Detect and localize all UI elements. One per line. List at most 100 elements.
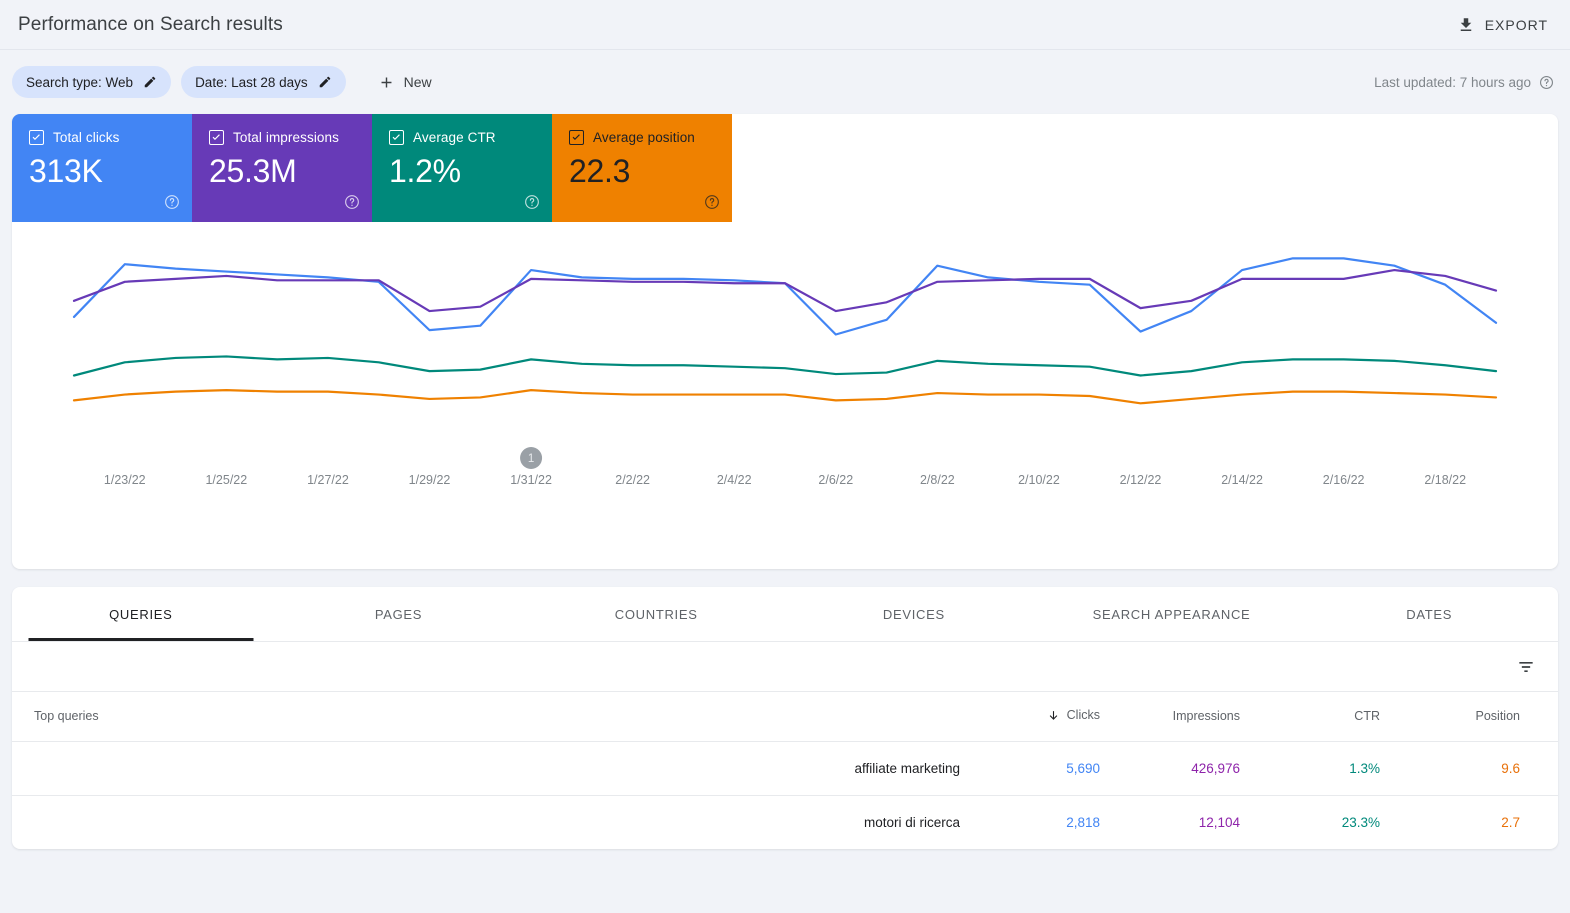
tab-label: QUERIES [109,606,173,622]
table-tabs: QUERIES PAGES COUNTRIES DEVICES SEARCH APPEA… [12,587,1558,642]
tab-search-appearance[interactable]: SEARCH APPEARANCE [1043,587,1301,641]
metric-card-average-position[interactable]: Average position 22.3 [552,114,732,222]
metric-value: 22.3 [569,153,631,189]
tab-pages[interactable]: PAGES [270,587,528,641]
tab-label: SEARCH APPEARANCE [1092,606,1251,622]
tab-label: DATES [1406,606,1453,622]
metric-label: Average CTR [413,130,496,145]
chart-x-tick-label: 2/12/22 [1120,473,1162,487]
last-updated: Last updated: 7 hours ago [1374,75,1554,90]
metric-card-average-ctr[interactable]: Average CTR 1.2% [372,114,552,222]
page-title: Performance on Search results [18,13,283,35]
filter-chip-search-type-label: Search type: Web [26,74,134,90]
cell-query[interactable]: motori di ricerca [12,794,960,849]
filter-bar: Search type: Web Date: Last 28 days New … [0,50,1570,114]
arrow-down-icon [1047,709,1060,722]
chart-x-tick-label: 1/29/22 [409,473,451,487]
tab-queries[interactable]: QUERIES [12,587,270,641]
table-header-row: Top queries Clicks Impressions CTR Posit… [12,692,1558,741]
queries-table: Top queries Clicks Impressions CTR Posit… [12,692,1558,849]
column-header-impressions[interactable]: Impressions [1100,692,1240,741]
chart-x-tick-label: 2/4/22 [717,473,752,487]
chart-x-tick-label: 2/6/22 [818,473,853,487]
pencil-icon [143,75,157,89]
chart-annotation-badge[interactable]: 1 [520,447,543,469]
performance-chart-card: Total clicks 313K Total impressions 25.3M Av… [12,114,1558,569]
tab-devices[interactable]: DEVICES [785,587,1043,641]
queries-table-card: QUERIES PAGES COUNTRIES DEVICES SEARCH APPEA… [12,587,1558,849]
column-header-ctr[interactable]: CTR [1240,692,1380,741]
chart-plot-area: 1/23/22 1/25/22 1/27/22 1/29/22 1/31/22 2/2/2… [12,222,1558,569]
chart-annotation-label: 1 [528,453,534,465]
column-header-spacer [1520,692,1558,741]
metric-checkbox[interactable] [209,130,224,145]
metric-label: Total clicks [53,130,120,145]
pencil-icon [318,75,332,89]
chart-x-tick-label: 2/16/22 [1323,473,1365,487]
chart-x-tick-label: 2/18/22 [1424,473,1466,487]
tab-dates[interactable]: DATES [1300,587,1558,641]
cell-clicks: 2,818 [960,794,1100,849]
metric-card-total-impressions[interactable]: Total impressions 25.3M [192,114,372,222]
column-header-clicks-label: Clicks [1066,708,1100,722]
cell-spacer [1520,794,1558,849]
cell-spacer [1520,740,1558,795]
chart-annotations: 1 [520,447,543,469]
metric-checkbox[interactable] [389,130,404,145]
help-circle-icon[interactable] [704,194,720,210]
metric-value: 25.3M [209,153,297,189]
metric-label: Total impressions [233,130,339,145]
export-button[interactable]: EXPORT [1451,12,1554,38]
metric-cards: Total clicks 313K Total impressions 25.3M Av… [12,114,1558,222]
cell-query[interactable]: affiliate marketing [12,740,960,795]
chart-x-tick-label: 2/8/22 [920,473,955,487]
plus-icon [378,74,395,91]
help-circle-icon[interactable] [164,194,180,210]
tab-label: DEVICES [882,606,945,622]
chart-x-tick-label: 2/14/22 [1221,473,1263,487]
column-header-query[interactable]: Top queries [12,692,960,741]
metric-card-total-clicks[interactable]: Total clicks 313K [12,114,192,222]
filter-chip-date[interactable]: Date: Last 28 days [181,66,346,98]
chart-x-tick-label: 1/23/22 [104,473,146,487]
chart-x-tick-labels: 1/23/22 1/25/22 1/27/22 1/29/22 1/31/22 2/2/2… [104,473,1466,487]
chart-x-tick-label: 1/25/22 [205,473,247,487]
new-filter-label: New [403,74,432,90]
chart-axis-group: 1/23/22 1/25/22 1/27/22 1/29/22 1/31/22 2/2/2… [104,447,1466,487]
cell-impressions: 12,104 [1100,794,1240,849]
export-label: EXPORT [1484,16,1548,33]
chart-x-tick-label: 1/27/22 [307,473,349,487]
metric-checkbox[interactable] [29,130,44,145]
filter-chip-search-type[interactable]: Search type: Web [12,66,172,98]
chart-x-tick-label: 2/2/22 [615,473,650,487]
chart-x-tick-label: 1/31/22 [510,473,552,487]
cell-position: 2.7 [1380,794,1520,849]
help-circle-icon[interactable] [1539,75,1554,90]
tab-label: COUNTRIES [614,606,698,622]
cell-clicks: 5,690 [960,740,1100,795]
table-filter-row [12,642,1558,692]
metric-value: 313K [29,153,103,189]
metric-checkbox[interactable] [569,130,584,145]
cell-ctr: 23.3% [1240,794,1380,849]
cell-impressions: 426,976 [1100,740,1240,795]
funnel-icon[interactable] [1516,657,1536,677]
tab-countries[interactable]: COUNTRIES [527,587,785,641]
table-body: affiliate marketing 5,690 426,976 1.3% 9.6 mo… [12,740,1558,849]
help-circle-icon[interactable] [344,194,360,210]
column-header-clicks[interactable]: Clicks [960,692,1100,741]
table-row[interactable]: motori di ricerca 2,818 12,104 23.3% 2.7 [12,794,1558,849]
last-updated-label: Last updated: 7 hours ago [1374,74,1531,90]
chart-x-tick-label: 2/10/22 [1018,473,1060,487]
table-row[interactable]: affiliate marketing 5,690 426,976 1.3% 9.6 [12,740,1558,795]
tab-label: PAGES [374,606,423,622]
column-header-position[interactable]: Position [1380,692,1520,741]
new-filter-button[interactable]: New [368,66,442,98]
filter-chip-date-label: Date: Last 28 days [195,74,308,90]
metric-label: Average position [593,130,695,145]
download-icon [1457,16,1475,34]
page-header: Performance on Search results EXPORT [0,0,1570,50]
cell-position: 9.6 [1380,740,1520,795]
cell-ctr: 1.3% [1240,740,1380,795]
help-circle-icon[interactable] [524,194,540,210]
